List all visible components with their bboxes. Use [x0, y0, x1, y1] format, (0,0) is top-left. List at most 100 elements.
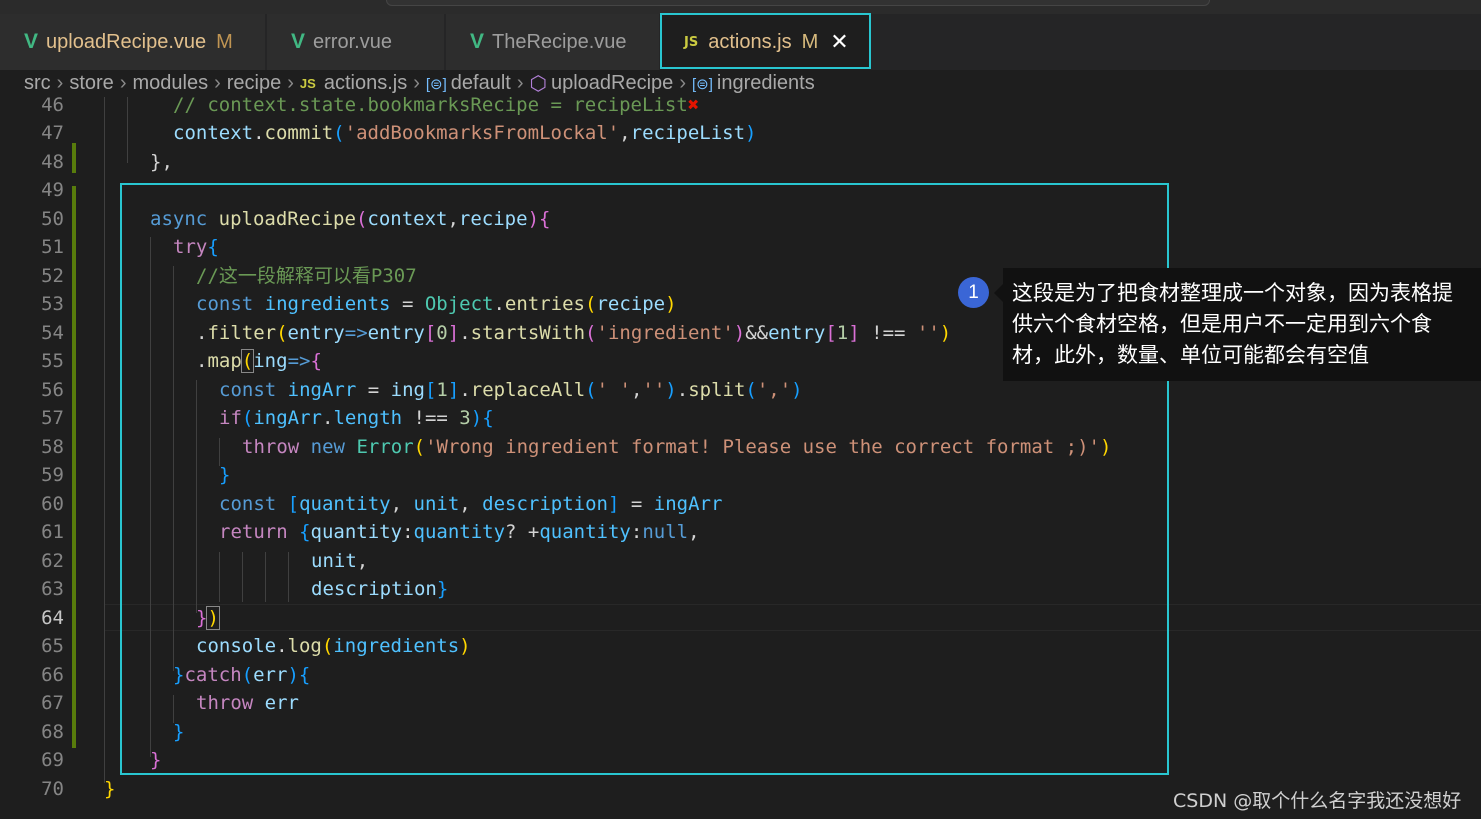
symbol-method-icon: ⬡ [529, 73, 547, 95]
code-line: 60 const [quantity, unit, description] =… [0, 490, 1481, 519]
line-number: 65 [41, 635, 64, 657]
code-text: } [219, 464, 231, 486]
chevron-right-icon: › [56, 72, 64, 94]
code-text: console.log(ingredients) [196, 635, 471, 657]
close-icon[interactable]: ✕ [830, 29, 848, 55]
breadcrumb-item[interactable]: recipe [227, 72, 281, 95]
line-number: 47 [41, 122, 64, 144]
chevron-right-icon: › [413, 72, 420, 94]
tab-uploadrecipe-vue[interactable]: V uploadRecipe.vue M [0, 14, 266, 70]
chevron-right-icon: › [214, 72, 221, 94]
breadcrumb: src › store › modules › recipe › JS actions.j… [0, 70, 1481, 97]
code-line: 46 // context.state.bookmarksRecipe = re… [0, 97, 1481, 120]
error-icon: ✖ [687, 97, 700, 116]
code-text: }) [196, 606, 220, 630]
line-number: 67 [41, 692, 64, 714]
code-line: 59 } [0, 461, 1481, 490]
vue-icon: V [291, 30, 306, 53]
line-number: 62 [41, 550, 64, 572]
line-number: 53 [41, 293, 64, 315]
tab-error-vue[interactable]: V error.vue [267, 14, 445, 70]
line-number: 51 [41, 236, 64, 258]
code-text: }, [150, 151, 173, 173]
vue-icon: V [470, 30, 485, 53]
breadcrumb-item[interactable]: default [451, 72, 511, 95]
line-number: 68 [41, 721, 64, 743]
annotation-callout: 这段是为了把食材整理成一个对象，因为表格提供六个食材空格，但是用户不一定用到六个… [994, 268, 1481, 381]
code-text: //这一段解释可以看P307 [196, 265, 417, 287]
line-number: 58 [41, 436, 64, 458]
line-number: 52 [41, 265, 64, 287]
code-line: 68 } [0, 718, 1481, 747]
symbol-variable-icon: [⊜] [691, 75, 713, 93]
watermark: CSDN @取个什么名字我还没想好 [1173, 790, 1462, 812]
code-text: if(ingArr.length !== 3){ [219, 407, 494, 429]
code-line: 49 [0, 176, 1481, 205]
code-text: // context.state.bookmarksRecipe = recip… [173, 97, 699, 120]
code-line: 64 }) [0, 604, 1481, 633]
line-number: 49 [41, 179, 64, 201]
code-line: 67 throw err [0, 689, 1481, 718]
line-number: 55 [41, 350, 64, 372]
breadcrumb-item[interactable]: src [24, 72, 51, 95]
line-number: 59 [41, 464, 64, 486]
code-text: } [104, 778, 116, 800]
tab-therecipe-vue[interactable]: V TheRecipe.vue [446, 14, 660, 70]
code-line: 50 async uploadRecipe(context,recipe){ [0, 205, 1481, 234]
line-number: 56 [41, 379, 64, 401]
code-line: 51 try{ [0, 233, 1481, 262]
editor-tab-bar: V uploadRecipe.vue M V error.vue V TheRe… [0, 14, 1481, 70]
annotation-text: 这段是为了把食材整理成一个对象，因为表格提供六个食材空格，但是用户不一定用到六个… [1012, 281, 1453, 367]
breadcrumb-item[interactable]: ingredients [717, 72, 815, 95]
breadcrumb-item[interactable]: store [69, 72, 113, 95]
modified-indicator: M [801, 30, 819, 53]
code-text: } [150, 749, 162, 771]
code-editor[interactable]: 46 // context.state.bookmarksRecipe = re… [0, 97, 1481, 819]
tab-label: uploadRecipe.vue [46, 30, 207, 53]
breadcrumb-item[interactable]: actions.js [324, 72, 407, 95]
code-line: 57 if(ingArr.length !== 3){ [0, 404, 1481, 433]
tab-label: actions.js [708, 30, 792, 53]
code-text: } [173, 721, 185, 743]
code-text: .map(ing=>{ [196, 349, 322, 373]
code-line: 62 unit, [0, 547, 1481, 576]
callout-pointer [994, 284, 1003, 302]
code-line: 66 }catch(err){ [0, 661, 1481, 690]
code-text: }catch(err){ [173, 664, 311, 686]
tab-actions-js[interactable]: JS actions.js M ✕ [660, 14, 871, 70]
chevron-right-icon: › [287, 72, 294, 94]
breadcrumb-item[interactable]: uploadRecipe [551, 72, 673, 95]
line-number: 50 [41, 208, 64, 230]
chevron-right-icon: › [119, 72, 127, 94]
line-number: 57 [41, 407, 64, 429]
line-number: 60 [41, 493, 64, 515]
chevron-right-icon: › [516, 72, 524, 94]
symbol-variable-icon: [⊜] [425, 75, 447, 93]
title-bar [0, 0, 1481, 14]
code-line: 47 context.commit('addBookmarksFromLocka… [0, 119, 1481, 148]
code-text: try{ [173, 236, 219, 258]
line-number: 61 [41, 521, 64, 543]
code-text: return {quantity:quantity? +quantity:nul… [219, 521, 700, 543]
line-number: 48 [41, 151, 64, 173]
code-text: const [quantity, unit, description] = in… [219, 493, 723, 515]
code-text: throw err [196, 692, 299, 714]
js-icon: JS [684, 34, 699, 50]
js-icon: JS [299, 76, 316, 91]
modified-indicator: M [216, 30, 233, 53]
code-line: 65 console.log(ingredients) [0, 632, 1481, 661]
line-number: 69 [41, 749, 64, 771]
line-number: 54 [41, 322, 64, 344]
tab-label: error.vue [313, 30, 392, 53]
command-center[interactable] [386, 0, 1210, 6]
code-text: const ingredients = Object.entries(recip… [196, 293, 677, 315]
code-text: description} [311, 578, 449, 600]
breadcrumb-item[interactable]: modules [132, 72, 208, 95]
line-number: 46 [41, 97, 64, 116]
tab-label: TheRecipe.vue [492, 30, 627, 53]
line-number: 66 [41, 664, 64, 686]
code-text: unit, [311, 550, 369, 572]
code-text: throw new Error('Wrong ingredient format… [242, 436, 1112, 458]
code-text: async uploadRecipe(context,recipe){ [150, 208, 551, 230]
vue-icon: V [24, 30, 39, 53]
